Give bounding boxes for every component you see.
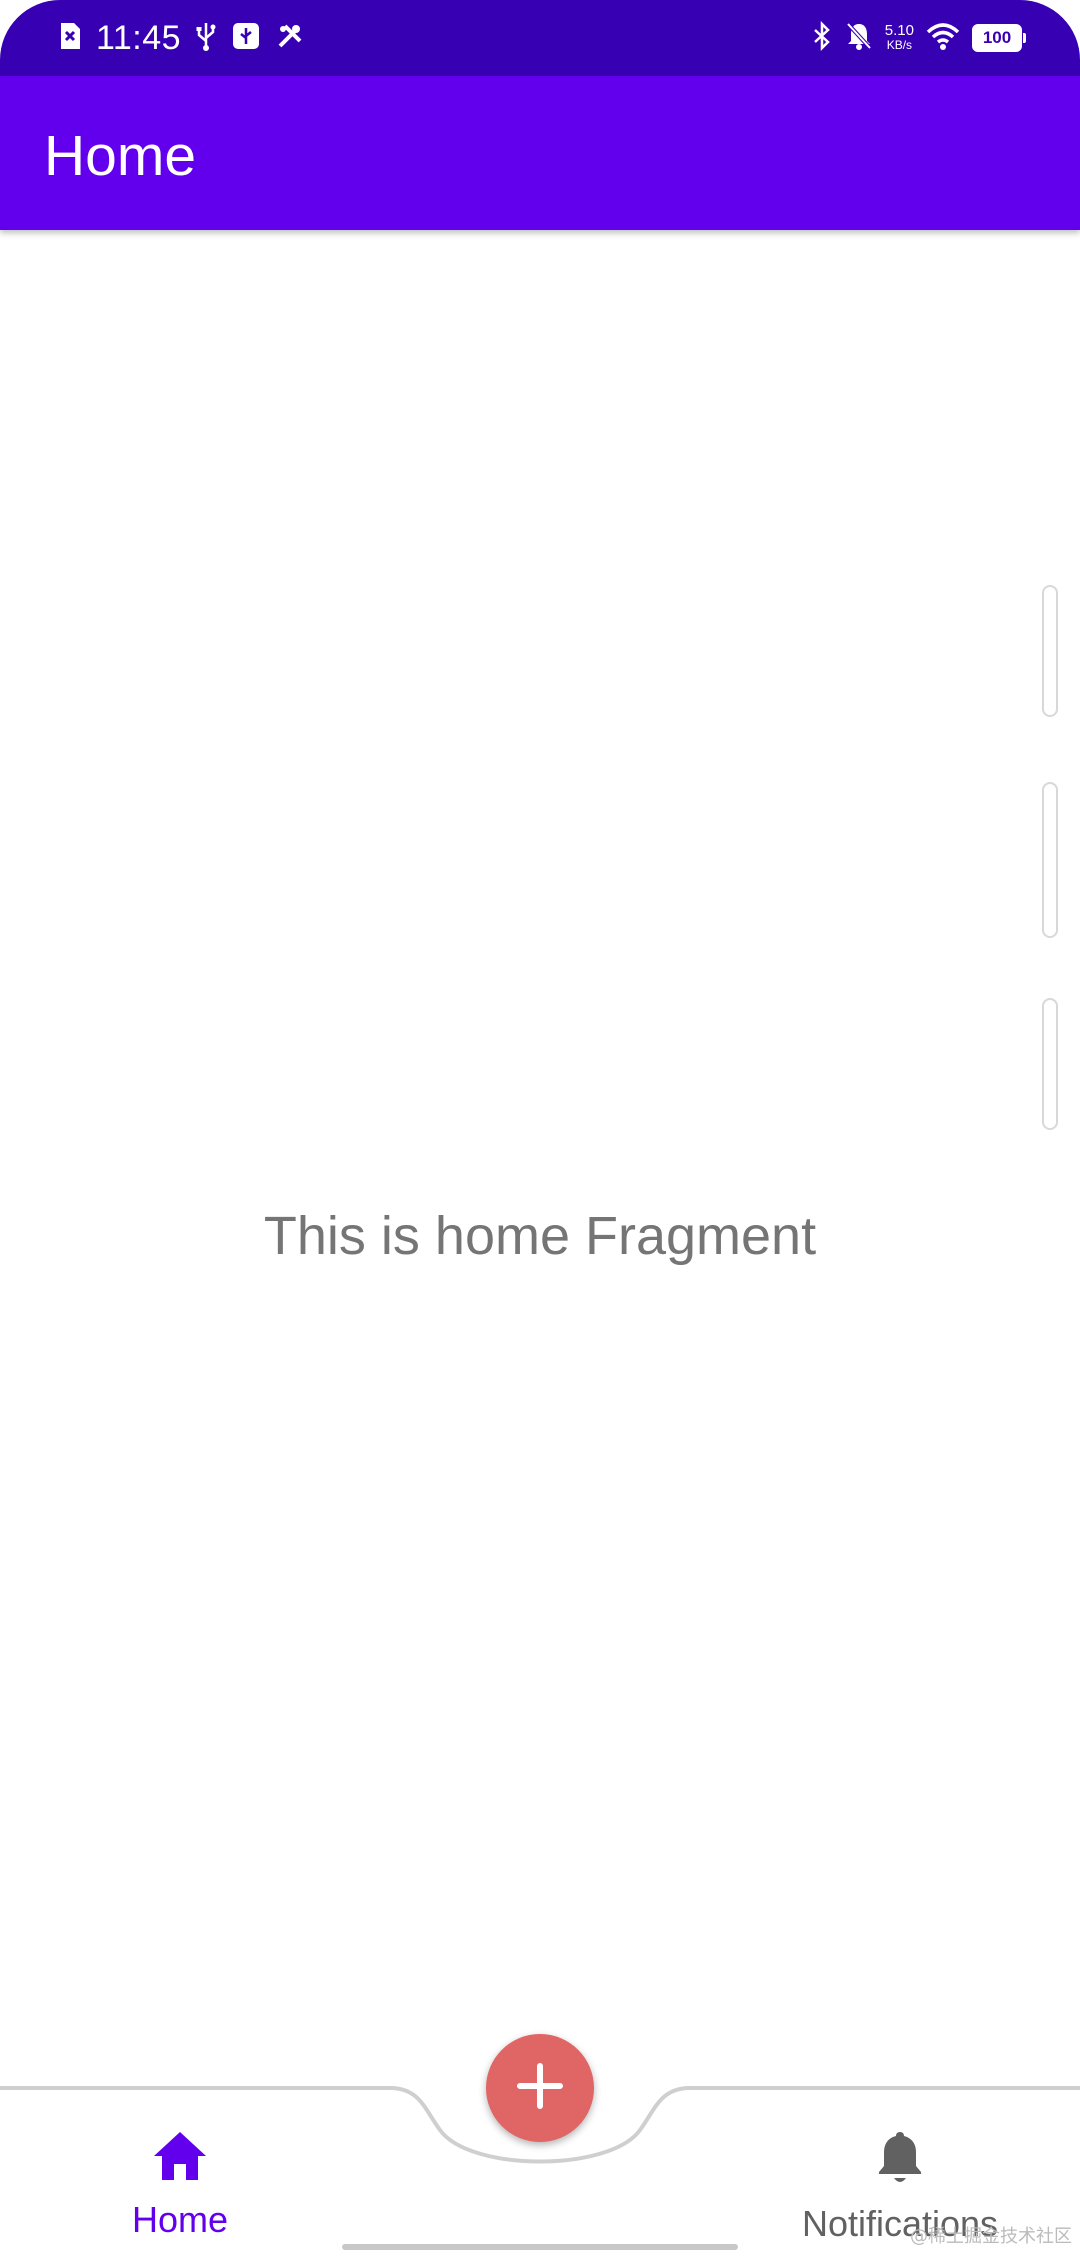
app-bar: Home — [0, 76, 1080, 230]
add-fab-button[interactable] — [486, 2034, 594, 2142]
wifi-icon — [926, 21, 960, 56]
tools-icon — [275, 21, 305, 56]
status-time: 11:45 — [96, 18, 182, 57]
home-fragment-text: This is home Fragment — [263, 1206, 817, 1266]
network-speed-unit: KB/s — [886, 38, 913, 52]
mute-icon — [845, 21, 873, 56]
bell-icon — [875, 2130, 925, 2191]
page-title: Home — [44, 124, 197, 188]
network-speed-value: 5.10 — [884, 22, 914, 39]
bluetooth-icon — [811, 20, 833, 56]
status-bar-right: 5.10 KB/s 100 — [811, 14, 1026, 62]
edge-panel-handle[interactable] — [1042, 998, 1058, 1130]
edge-panel-handle[interactable] — [1042, 585, 1058, 717]
status-bar: 11:45 5.10 KB/s 100 — [0, 0, 1080, 76]
nav-item-home[interactable]: Home — [90, 2130, 270, 2241]
nav-label-home: Home — [131, 2199, 229, 2240]
gesture-navigation-bar[interactable] — [342, 2244, 738, 2250]
network-speed: 5.10 KB/s — [885, 23, 914, 53]
usb-icon — [195, 21, 217, 56]
status-bar-left: 11:45 — [58, 14, 305, 62]
edge-panel-handle[interactable] — [1042, 782, 1058, 938]
battery-icon: 100 — [972, 24, 1026, 52]
plus-icon — [516, 2062, 564, 2115]
sim-error-icon — [58, 21, 82, 56]
watermark: @稀土掘金技术社区 — [910, 2226, 1072, 2247]
home-icon — [152, 2130, 208, 2187]
usb-debug-icon — [231, 21, 261, 56]
